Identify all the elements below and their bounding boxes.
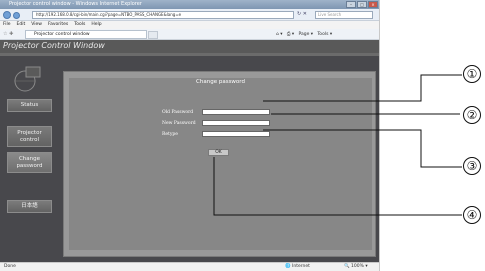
security-zone-label: Internet [292,264,310,269]
change-password-form: Change password Old Password New Passwor… [69,78,372,250]
search-input[interactable]: Live Search [315,11,373,19]
sidebar-status-button[interactable]: Status [7,99,52,112]
new-password-input[interactable] [202,120,270,126]
sidebar-change-password-label: Change password [16,156,43,169]
window-title: Projector control window - Windows Inter… [9,1,142,7]
title-bar: Projector control window - Windows Inter… [0,0,379,9]
favorites-bar: ☆ ✚ Projector control window ⌂ ▾ ⎙ ▾ Pag… [0,29,379,40]
command-bar: ⌂ ▾ ⎙ ▾ Page ▾ Tools ▾ [276,32,333,37]
tools-menu[interactable]: Tools [317,32,328,37]
close-button[interactable]: × [368,1,378,8]
window-controls: – □ × [346,1,378,8]
tab-projector-control[interactable]: Projector control window [25,30,147,39]
retype-label: Retype [162,132,178,137]
header-divider [0,53,379,56]
browser-window: Projector control window - Windows Inter… [0,0,380,271]
new-tab-button[interactable] [148,31,158,39]
callout-1: ① [463,65,481,83]
app-header: Projector Control Window [0,40,379,53]
sidebar-status-label: Status [20,102,39,109]
change-password-panel: Change password Old Password New Passwor… [63,71,376,257]
favorites-star-icon[interactable]: ☆ ✚ [3,31,13,37]
status-bar: Done 🌐 Internet 🔍 100% ▾ [0,262,379,271]
new-password-label: New Password [162,121,196,126]
callout-2: ② [463,106,481,124]
sidebar-projector-control-button[interactable]: Projector control [7,126,52,147]
old-password-label: Old Password [162,110,194,115]
page: Projector control window - Windows Inter… [0,0,485,271]
url-input[interactable]: http://192.168.0.8/cgi-bin/main.cgi?page… [32,11,294,19]
tab-label: Projector control window [34,32,90,37]
sidebar-language-label: 日本語 [21,203,38,210]
sidebar-projector-control-label: Projector control [17,130,42,143]
menu-tools[interactable]: Tools [74,21,85,29]
address-bar: http://192.168.0.8/cgi-bin/main.cgi?page… [0,9,379,21]
old-password-input[interactable] [202,109,270,115]
retype-password-input[interactable] [202,131,270,137]
sidebar-language-button[interactable]: 日本語 [7,200,52,213]
menu-edit[interactable]: Edit [17,21,26,29]
menu-view[interactable]: View [31,21,42,29]
page-menu[interactable]: Page [298,32,309,37]
projector-logo-icon [14,66,41,92]
page-content: Projector Control Window Status Projecto… [0,40,379,262]
callout-3: ③ [463,157,481,175]
menu-favorites[interactable]: Favorites [48,21,68,29]
maximize-button[interactable]: □ [357,1,367,8]
menu-file[interactable]: File [3,21,11,29]
menu-bar: File Edit View Favorites Tools Help [0,21,379,29]
security-zone: 🌐 Internet [285,264,310,269]
forward-button[interactable] [13,11,20,19]
zoom-level[interactable]: 🔍 100% ▾ [344,263,368,271]
sidebar-change-password-button[interactable]: Change password [7,152,52,173]
ok-button[interactable]: OK [208,149,229,156]
print-icon[interactable]: ⎙ ▾ [287,32,294,37]
refresh-icon[interactable]: ↻ ✕ [297,11,307,17]
status-text: Done [4,264,16,269]
minimize-button[interactable]: – [346,1,356,8]
menu-help[interactable]: Help [91,21,101,29]
back-button[interactable] [3,11,11,19]
form-title: Change password [196,79,245,85]
home-icon[interactable]: ⌂ ▾ [276,32,283,37]
app-title: Projector Control Window [3,41,105,50]
callout-4: ④ [463,206,481,224]
zoom-level-label: 100% [351,264,364,269]
